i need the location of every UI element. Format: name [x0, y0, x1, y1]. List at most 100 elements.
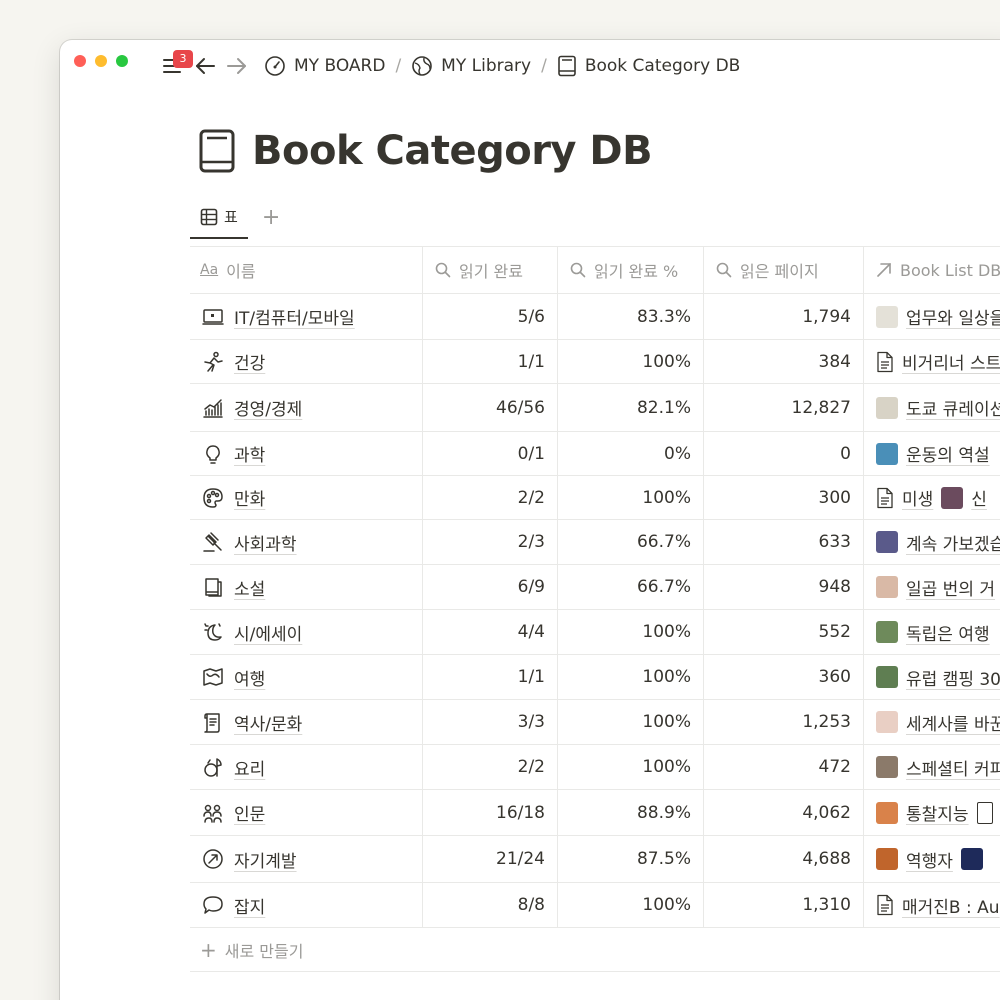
related-book-title[interactable]: 미생 — [902, 485, 933, 510]
category-name[interactable]: 만화 — [234, 485, 265, 510]
cell-name[interactable]: 역사/문화 — [190, 700, 423, 744]
breadcrumb-my-library[interactable]: MY Library — [407, 53, 535, 79]
related-book-title[interactable]: 신 — [971, 485, 987, 510]
cell-pages-read[interactable]: 1,253 — [704, 700, 864, 744]
table-row[interactable]: 역사/문화 3/3 100% 1,253 세계사를 바꾼 — [190, 700, 1000, 745]
cell-read-percent[interactable]: 100% — [558, 655, 704, 699]
category-name[interactable]: 역사/문화 — [234, 710, 302, 735]
cell-pages-read[interactable]: 633 — [704, 520, 864, 564]
table-row[interactable]: 경영/경제 46/56 82.1% 12,827 도쿄 큐레이션 — [190, 384, 1000, 432]
cell-read-done[interactable]: 4/4 — [423, 610, 558, 654]
category-name[interactable]: 건강 — [234, 349, 265, 374]
category-name[interactable]: 요리 — [234, 755, 265, 780]
table-row[interactable]: 과학 0/1 0% 0 운동의 역설 — [190, 432, 1000, 476]
cell-read-percent[interactable]: 66.7% — [558, 565, 704, 609]
table-row[interactable]: 건강 1/1 100% 384 비거리너 스트 — [190, 340, 1000, 384]
table-row[interactable]: 자기계발 21/24 87.5% 4,688 역행자 — [190, 836, 1000, 883]
tab-table-view[interactable]: 표 — [190, 206, 248, 239]
table-row[interactable]: 소설 6/9 66.7% 948 일곱 번의 거 — [190, 565, 1000, 610]
column-header-book-list[interactable]: Book List DB — [864, 247, 1000, 293]
cell-read-percent[interactable]: 100% — [558, 340, 704, 383]
sidebar-menu-button[interactable]: 3 — [160, 50, 193, 79]
table-row[interactable]: 요리 2/2 100% 472 스페셜티 커피 — [190, 745, 1000, 790]
cell-pages-read[interactable]: 12,827 — [704, 384, 864, 431]
cell-book-list[interactable]: 계속 가보겠습 — [864, 520, 1000, 564]
cell-book-list[interactable]: 역행자 — [864, 836, 1000, 882]
related-book-title[interactable]: 운동의 역설 — [906, 441, 990, 466]
column-header-read-percent[interactable]: 읽기 완료 % — [558, 247, 704, 293]
related-book-title[interactable]: 비거리너 스트 — [902, 349, 1000, 374]
cell-name[interactable]: 건강 — [190, 340, 423, 383]
cell-book-list[interactable]: 업무와 일상을 — [864, 294, 1000, 339]
page-title-text[interactable]: Book Category DB — [252, 128, 653, 174]
cell-name[interactable]: IT/컴퓨터/모바일 — [190, 294, 423, 339]
new-row-button[interactable]: + 새로 만들기 — [190, 928, 1000, 972]
category-name[interactable]: 과학 — [234, 441, 265, 466]
cell-name[interactable]: 요리 — [190, 745, 423, 789]
cell-name[interactable]: 잡지 — [190, 883, 423, 927]
back-button[interactable] — [192, 53, 218, 79]
cell-name[interactable]: 소설 — [190, 565, 423, 609]
related-book-title[interactable]: 업무와 일상을 — [906, 304, 1000, 329]
cell-read-done[interactable]: 2/2 — [423, 476, 558, 519]
table-row[interactable]: 사회과학 2/3 66.7% 633 계속 가보겠습 — [190, 520, 1000, 565]
category-name[interactable]: 시/에세이 — [234, 620, 302, 645]
cell-read-done[interactable]: 1/1 — [423, 340, 558, 383]
related-book-title[interactable]: 매거진B : Au — [902, 893, 1000, 918]
cell-name[interactable]: 과학 — [190, 432, 423, 475]
category-name[interactable]: IT/컴퓨터/모바일 — [234, 304, 355, 329]
column-header-pages-read[interactable]: 읽은 페이지 — [704, 247, 864, 293]
cell-name[interactable]: 사회과학 — [190, 520, 423, 564]
cell-pages-read[interactable]: 948 — [704, 565, 864, 609]
cell-pages-read[interactable]: 384 — [704, 340, 864, 383]
cell-book-list[interactable]: 비거리너 스트 — [864, 340, 1000, 383]
table-row[interactable]: 잡지 8/8 100% 1,310 매거진B : Au — [190, 883, 1000, 928]
cell-pages-read[interactable]: 4,062 — [704, 790, 864, 835]
cell-pages-read[interactable]: 300 — [704, 476, 864, 519]
cell-book-list[interactable]: 통찰지능 — [864, 790, 1000, 835]
cell-pages-read[interactable]: 0 — [704, 432, 864, 475]
cell-book-list[interactable]: 일곱 번의 거 — [864, 565, 1000, 609]
category-name[interactable]: 소설 — [234, 575, 265, 600]
category-name[interactable]: 잡지 — [234, 893, 265, 918]
forward-button[interactable] — [224, 53, 250, 79]
cell-pages-read[interactable]: 1,310 — [704, 883, 864, 927]
cell-name[interactable]: 인문 — [190, 790, 423, 835]
cell-read-percent[interactable]: 66.7% — [558, 520, 704, 564]
related-book-title[interactable]: 통찰지능 — [906, 800, 969, 825]
related-book-title[interactable]: 일곱 번의 거 — [906, 575, 995, 600]
table-row[interactable]: 시/에세이 4/4 100% 552 독립은 여행 — [190, 610, 1000, 655]
cell-read-percent[interactable]: 87.5% — [558, 836, 704, 882]
cell-read-done[interactable]: 2/3 — [423, 520, 558, 564]
cell-name[interactable]: 시/에세이 — [190, 610, 423, 654]
cell-name[interactable]: 여행 — [190, 655, 423, 699]
category-name[interactable]: 경영/경제 — [234, 395, 302, 420]
cell-book-list[interactable]: 세계사를 바꾼 — [864, 700, 1000, 744]
table-row[interactable]: 여행 1/1 100% 360 유럽 캠핑 30 — [190, 655, 1000, 700]
table-row[interactable]: IT/컴퓨터/모바일 5/6 83.3% 1,794 업무와 일상을 — [190, 294, 1000, 340]
related-book-title[interactable]: 독립은 여행 — [906, 620, 990, 645]
cell-read-percent[interactable]: 100% — [558, 883, 704, 927]
cell-read-done[interactable]: 16/18 — [423, 790, 558, 835]
cell-pages-read[interactable]: 360 — [704, 655, 864, 699]
cell-read-percent[interactable]: 0% — [558, 432, 704, 475]
minimize-window-button[interactable] — [95, 55, 107, 67]
add-view-button[interactable]: + — [262, 206, 280, 229]
breadcrumb-my-board[interactable]: MY BOARD — [260, 53, 389, 79]
related-book-title[interactable]: 유럽 캠핑 30 — [906, 665, 1000, 690]
cell-pages-read[interactable]: 4,688 — [704, 836, 864, 882]
breadcrumb-book-category-db[interactable]: Book Category DB — [553, 53, 745, 79]
cell-book-list[interactable]: 운동의 역설 — [864, 432, 1000, 475]
cell-book-list[interactable]: 매거진B : Au — [864, 883, 1000, 927]
table-row[interactable]: 인문 16/18 88.9% 4,062 통찰지능 — [190, 790, 1000, 836]
cell-book-list[interactable]: 독립은 여행 — [864, 610, 1000, 654]
cell-read-percent[interactable]: 100% — [558, 700, 704, 744]
cell-read-percent[interactable]: 82.1% — [558, 384, 704, 431]
cell-read-percent[interactable]: 100% — [558, 476, 704, 519]
related-book-title[interactable]: 세계사를 바꾼 — [906, 710, 1000, 735]
cell-read-percent[interactable]: 88.9% — [558, 790, 704, 835]
related-book-title[interactable]: 계속 가보겠습 — [906, 530, 1000, 555]
cell-read-done[interactable]: 2/2 — [423, 745, 558, 789]
column-header-read-done[interactable]: 읽기 완료 — [423, 247, 558, 293]
cell-read-done[interactable]: 3/3 — [423, 700, 558, 744]
